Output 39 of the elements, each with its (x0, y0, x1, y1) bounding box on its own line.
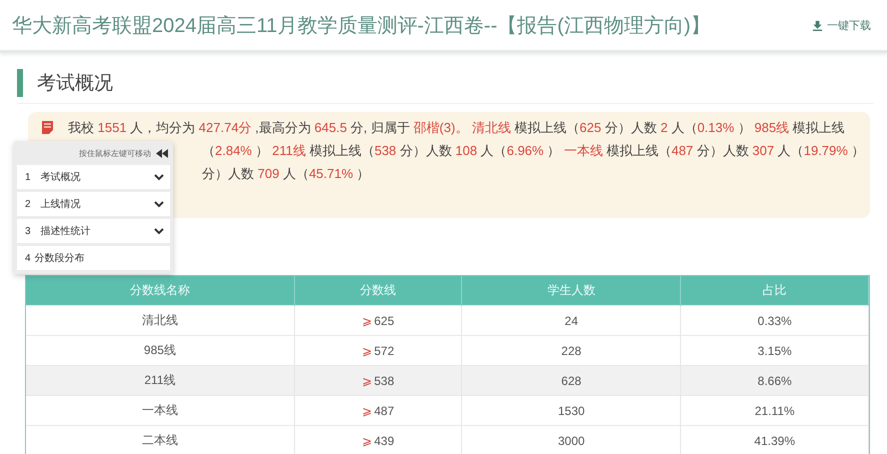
table-cell: 3000 (462, 426, 681, 454)
table-cell: 8.66% (680, 366, 868, 396)
table-cell: ⩾ 538 (294, 366, 462, 396)
column-header: 学生人数 (462, 276, 681, 306)
table-cell: ⩾ 487 (294, 396, 462, 426)
download-button[interactable]: 一键下载 (810, 16, 873, 34)
table-cell: 1530 (462, 396, 681, 426)
summary-text: 分）人数 709 人（45.71% ） (202, 165, 370, 183)
column-header: 占比 (680, 276, 868, 306)
table-cell: 二本线 (26, 426, 294, 454)
section-marker (17, 69, 23, 97)
download-icon (812, 20, 823, 30)
table-cell: ⩾ 625 (294, 306, 462, 336)
table-cell: 41.39% (680, 426, 868, 454)
table-cell: ⩾ 439 (294, 426, 462, 454)
table-cell: 0.33% (680, 306, 868, 336)
report-title: 华大新高考联盟2024届高三11月教学质量测评-江西卷--【报告(江西物理方向)】 (12, 14, 711, 38)
table-cell: 24 (462, 306, 681, 336)
navigation-panel[interactable]: 按住鼠标左键可移动 1 考试概况 2 上线情况 3 描述性统计 4 分数段分布 (14, 141, 173, 274)
column-header: 分数线 (294, 276, 462, 306)
table-cell: 21.11% (680, 396, 868, 426)
nav-item[interactable]: 1 考试概况 (17, 165, 170, 189)
collapse-icon[interactable] (156, 149, 168, 158)
document-icon (42, 121, 53, 134)
summary-text: （2.84% ） 211线 模拟上线（538 分）人数 108 人（6.96% ） 一本线 模拟上线（487 分）人数 307 人（19.79% ） (202, 142, 864, 160)
section-title: 考试概况 (37, 72, 113, 96)
drag-hint: 按住鼠标左键可移动 (79, 148, 151, 159)
nav-item[interactable]: 2 上线情况 (17, 192, 170, 216)
table-cell: 628 (462, 366, 681, 396)
chevron-down-icon (154, 174, 164, 180)
summary-text: 我校 1551 人，均分为 427.74分 ,最高分为 645.5 分, 归属于 邵楷(3)。 清北线 模拟上线（625 分）人数 2 人（0.13% ） 985线 模拟上线 (68, 119, 845, 137)
nav-item[interactable]: 4 分数段分布 (17, 246, 170, 270)
table-cell: 清北线 (26, 306, 294, 336)
chevron-down-icon (154, 200, 164, 208)
column-header: 分数线名称 (26, 276, 294, 306)
table-cell: 一本线 (26, 396, 294, 426)
chevron-down-icon (154, 228, 164, 234)
table-cell: 211线 (26, 366, 294, 396)
nav-item[interactable]: 3 描述性统计 (17, 219, 170, 243)
